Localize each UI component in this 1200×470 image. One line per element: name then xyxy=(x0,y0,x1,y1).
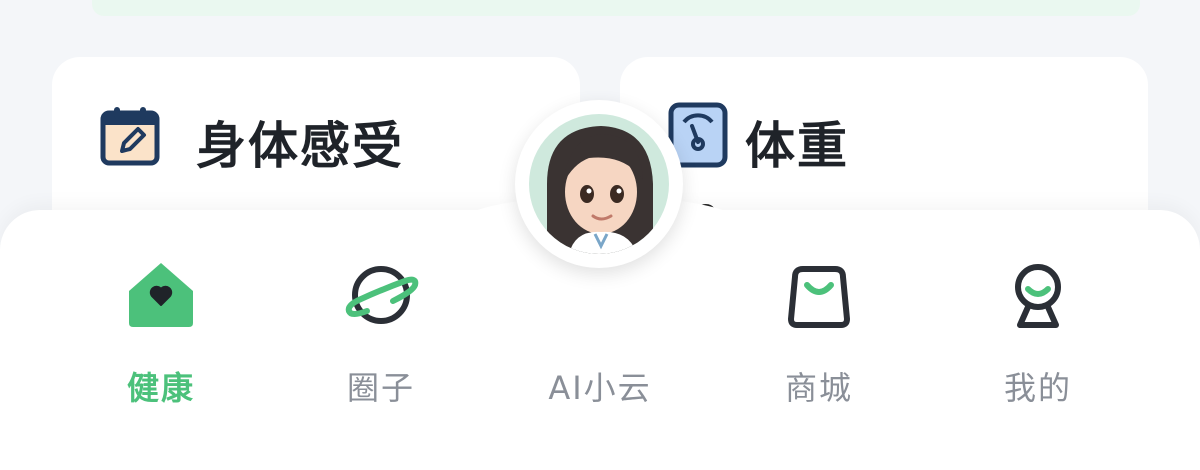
calendar-edit-icon xyxy=(100,105,160,171)
ai-avatar-image xyxy=(529,114,669,254)
body-feeling-title: 身体感受 xyxy=(196,117,404,175)
ai-avatar-button[interactable] xyxy=(515,100,683,268)
shopping-bag-icon xyxy=(779,255,859,335)
tab-mine-label: 我的 xyxy=(1003,369,1072,407)
tab-health[interactable]: 健康 xyxy=(86,255,236,409)
tab-ai-label: AI小云 xyxy=(548,369,652,407)
tab-circle[interactable]: 圈子 xyxy=(306,255,456,409)
tab-mall-label: 商城 xyxy=(784,369,853,407)
tab-mine[interactable]: 我的 xyxy=(963,255,1113,409)
tab-circle-label: 圈子 xyxy=(346,369,415,407)
home-heart-icon xyxy=(121,255,201,335)
top-banner-strip xyxy=(92,0,1140,16)
weight-title: 体重 xyxy=(745,117,849,175)
planet-icon xyxy=(341,255,421,335)
profile-icon xyxy=(998,255,1078,335)
tab-mall[interactable]: 商城 xyxy=(744,255,894,409)
tab-ai-xiaoyun[interactable]: AI小云 xyxy=(525,255,675,409)
tab-health-label: 健康 xyxy=(126,369,195,407)
